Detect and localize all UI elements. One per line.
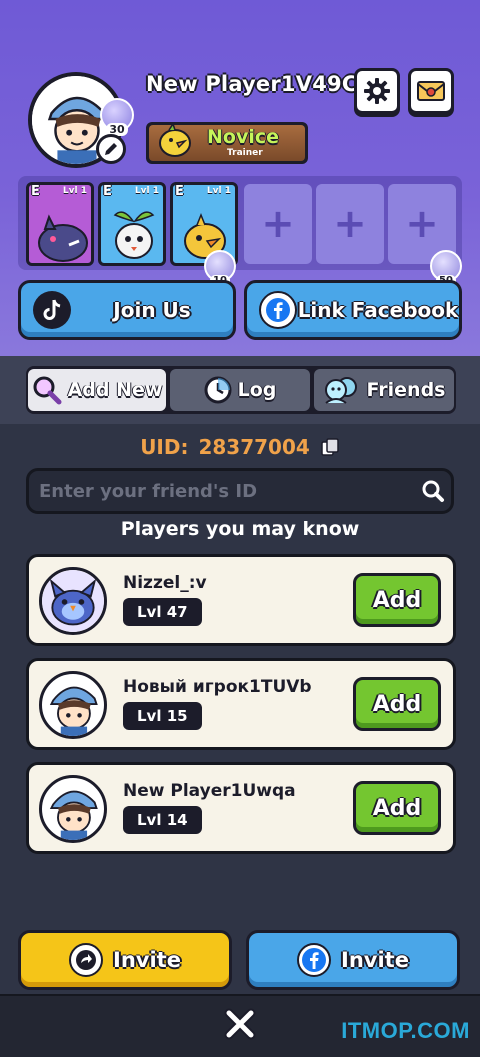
plus-icon: + <box>261 201 295 247</box>
player-name: New Player1V49C <box>146 72 358 96</box>
team-slot-level: Lvl 1 <box>206 186 231 196</box>
clock-icon <box>204 376 232 404</box>
suggestions-title: Players you may know <box>120 518 360 540</box>
rank-badge: Novice Trainer <box>146 122 308 164</box>
team-slot-level: Lvl 1 <box>62 186 87 196</box>
player-suggestion-card: Новый игрок1TUVb Lvl 15 Add <box>26 658 456 750</box>
close-icon <box>224 1008 256 1040</box>
facebook-invite-button[interactable]: Invite <box>246 930 460 990</box>
duck-rank-icon <box>159 122 191 157</box>
monster-bird-avatar-icon <box>42 570 104 632</box>
pencil-icon <box>105 143 117 155</box>
plus-icon: + <box>405 201 439 247</box>
player-name: New Player1Uwqa <box>123 781 296 801</box>
team-slot-empty[interactable]: + <box>316 184 384 264</box>
team-slot-empty[interactable]: + <box>244 184 312 264</box>
team-slot-tier: E <box>103 184 112 199</box>
team-slot-tier: E <box>175 184 184 199</box>
rank-subtitle: Trainer <box>227 148 263 158</box>
slot-unlock-cost-badge: 50 <box>430 250 462 286</box>
link-facebook-button[interactable]: Link Facebook <box>244 280 462 340</box>
rank-title: Novice <box>207 126 280 148</box>
friends-icon <box>324 377 357 404</box>
friend-id-input[interactable] <box>29 471 415 511</box>
tab-friends-label: Friends <box>366 379 446 401</box>
player-avatar <box>39 671 107 739</box>
tab-friends[interactable]: Friends <box>314 369 454 411</box>
add-friend-button[interactable]: Add <box>353 781 441 835</box>
join-us-label: Join Us <box>113 298 191 322</box>
monster-sprout-icon <box>113 211 155 259</box>
share-arrow-icon <box>69 943 104 977</box>
player-level: Lvl 15 <box>123 702 202 730</box>
player-suggestion-card: New Player1Uwqa Lvl 14 Add <box>26 762 456 854</box>
close-button[interactable] <box>222 1006 258 1042</box>
settings-button[interactable] <box>354 68 400 114</box>
player-level: Lvl 14 <box>123 806 202 834</box>
player-name: Новый игрок1TUVb <box>123 677 312 697</box>
gear-icon <box>364 78 390 104</box>
facebook-icon <box>297 943 332 977</box>
mail-icon <box>417 81 445 101</box>
tab-add-new-label: Add New <box>67 379 163 401</box>
join-us-button[interactable]: Join Us <box>18 280 236 340</box>
add-friend-button[interactable]: Add <box>353 573 441 627</box>
team-slot-1[interactable]: E Lvl 1 <box>26 182 94 266</box>
team-slot-2[interactable]: E Lvl 1 <box>98 182 166 266</box>
mail-button[interactable] <box>408 68 454 114</box>
player-level-badge: 30 <box>100 98 134 136</box>
team-slot-level: Lvl 1 <box>134 186 159 196</box>
player-avatar <box>39 567 107 635</box>
team-slot-tier: E <box>31 184 40 199</box>
copy-icon[interactable] <box>320 437 340 457</box>
link-facebook-label: Link Facebook <box>297 298 459 322</box>
tab-log-label: Log <box>237 379 277 401</box>
trainer-avatar-icon <box>49 686 98 736</box>
tiktok-icon <box>33 291 71 329</box>
search-icon[interactable] <box>415 479 451 503</box>
tab-log[interactable]: Log <box>170 369 310 411</box>
share-invite-button[interactable]: Invite <box>18 930 232 990</box>
monster-boar-icon <box>38 214 88 262</box>
add-friend-button[interactable]: Add <box>353 677 441 731</box>
rank-plate: Novice Trainer <box>149 122 305 161</box>
uid-label: UID: <box>140 435 189 459</box>
plus-icon: + <box>333 201 367 247</box>
player-name: Nizzel_:v <box>123 573 207 593</box>
player-suggestion-card: Nizzel_:v Lvl 47 Add <box>26 554 456 646</box>
trainer-avatar-icon <box>49 790 98 840</box>
uid-row: UID: 28377004 <box>0 432 480 462</box>
tab-add-new[interactable]: Add New <box>28 369 166 411</box>
slot-unlock-cost-badge: 10 <box>204 250 236 286</box>
friend-id-search <box>26 468 454 514</box>
share-invite-label: Invite <box>113 948 181 972</box>
watermark: ITMOP.COM <box>341 1018 470 1043</box>
facebook-icon <box>259 291 297 329</box>
magnifier-icon <box>33 376 62 405</box>
player-level: Lvl 47 <box>123 598 202 626</box>
facebook-invite-label: Invite <box>341 948 409 972</box>
player-avatar <box>39 775 107 843</box>
edit-profile-button[interactable] <box>96 134 126 164</box>
uid-value: 28377004 <box>198 435 310 459</box>
